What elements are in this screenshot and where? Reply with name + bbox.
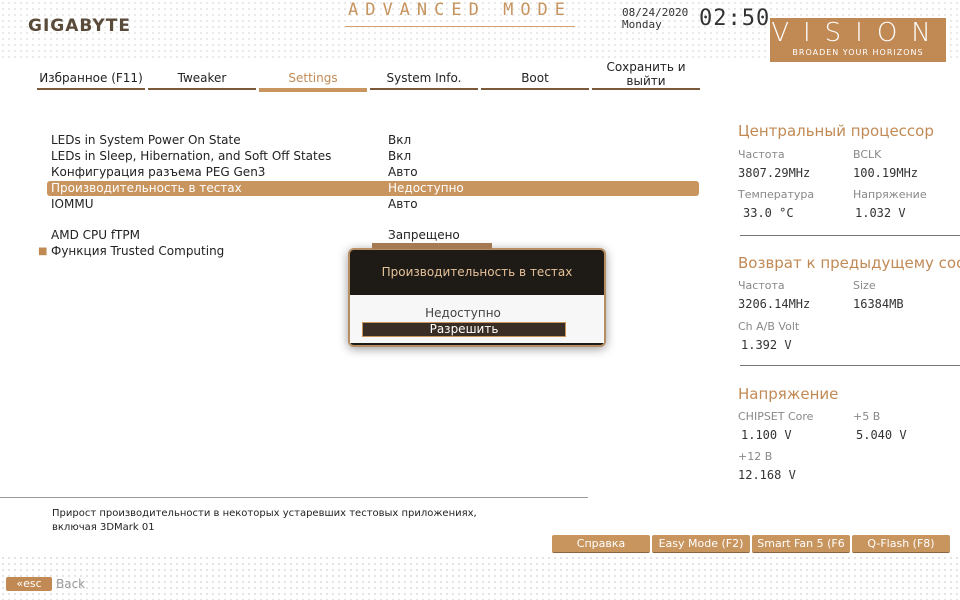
memory-size-value: 16384MB: [853, 297, 904, 311]
chipset-value: 1.100 V: [741, 428, 792, 442]
help-divider: [0, 497, 588, 498]
popup-options: Недоступно Разрешить: [350, 295, 604, 343]
tab-favorites[interactable]: Избранное (F11): [37, 60, 145, 90]
memory-freq-value: 3206.14MHz: [738, 297, 811, 311]
setting-value: Вкл: [388, 133, 412, 147]
qflash-button[interactable]: Q-Flash (F8): [852, 535, 950, 553]
popup-option-disabled[interactable]: Недоступно: [362, 307, 564, 320]
cpu-temp-value: 33.0 °C: [743, 206, 794, 220]
cpu-volt-value: 1.032 V: [855, 206, 906, 220]
easy-mode-button[interactable]: Easy Mode (F2): [652, 535, 750, 553]
setting-row-leds-power-on[interactable]: LEDs in System Power On State Вкл: [47, 133, 699, 148]
setting-row-peg-config[interactable]: Конфигурация разъема PEG Gen3 Авто: [47, 165, 699, 180]
tab-save-exit[interactable]: Сохранить и выйти: [592, 60, 700, 90]
date-display: 08/24/2020 Monday: [622, 7, 688, 31]
setting-row-amd-ftpm[interactable]: AMD CPU fTPM Запрещено: [47, 228, 699, 243]
voltage-section-title: Напряжение: [738, 385, 839, 403]
setting-label: Производительность в тестах: [51, 181, 242, 195]
esc-key-button[interactable]: «esc: [6, 577, 52, 591]
setting-value: Авто: [388, 197, 418, 211]
advanced-mode-title: ADVANCED MODE: [345, 0, 575, 27]
memory-chab-label: Ch A/B Volt: [738, 320, 800, 333]
setting-label: Конфигурация разъема PEG Gen3: [51, 165, 266, 179]
main-tabs: Избранное (F11) Tweaker Settings System …: [37, 60, 702, 92]
smart-fan-button[interactable]: Smart Fan 5 (F6: [752, 535, 850, 553]
option-popup: Производительность в тестах Недоступно Р…: [348, 243, 606, 347]
popup-tab-notch: [372, 243, 492, 249]
setting-label: AMD CPU fTPM: [51, 228, 140, 242]
cpu-volt-label: Напряжение: [853, 188, 927, 201]
setting-label: LEDs in Sleep, Hibernation, and Soft Off…: [51, 149, 332, 163]
plus12-label: +12 В: [738, 450, 773, 463]
section-divider: [740, 365, 960, 366]
help-button[interactable]: Справка: [552, 535, 650, 553]
memory-section-title: Возврат к предыдущему сост: [738, 254, 960, 272]
setting-label: IOMMU: [51, 197, 94, 211]
plus5-label: +5 В: [853, 410, 881, 423]
clock[interactable]: 02:50: [699, 6, 770, 31]
help-text: Прирост производительности в некоторых у…: [52, 507, 477, 535]
gigabyte-logo: GIGABYTE: [28, 16, 131, 36]
cpu-bclk-label: BCLK: [853, 148, 882, 161]
back-label[interactable]: Back: [56, 577, 85, 591]
setting-label: Функция Trusted Computing: [51, 244, 225, 258]
memory-chab-value: 1.392 V: [741, 338, 792, 352]
memory-size-label: Size: [853, 279, 876, 292]
setting-value: Вкл: [388, 149, 412, 163]
cpu-bclk-value: 100.19MHz: [853, 166, 919, 180]
chipset-label: CHIPSET Core: [738, 410, 814, 423]
help-line-2: включая 3DMark 01: [52, 522, 155, 533]
tab-boot[interactable]: Boot: [481, 60, 589, 90]
plus5-value: 5.040 V: [856, 428, 907, 442]
setting-row-leds-sleep[interactable]: LEDs in Sleep, Hibernation, and Soft Off…: [47, 149, 699, 164]
cpu-temp-label: Температура: [738, 188, 815, 201]
setting-row-iommu[interactable]: IOMMU Авто: [47, 197, 699, 212]
cpu-freq-label: Частота: [738, 148, 785, 161]
help-line-1: Прирост производительности в некоторых у…: [52, 508, 477, 519]
tab-tweaker[interactable]: Tweaker: [148, 60, 256, 90]
vision-brand-logo: VISION BROADEN YOUR HORIZONS: [770, 18, 946, 62]
setting-row-benchmark-performance[interactable]: Производительность в тестах Недоступно: [47, 181, 699, 196]
tab-settings[interactable]: Settings: [259, 60, 367, 92]
memory-freq-label: Частота: [738, 279, 785, 292]
esc-label: esc: [23, 577, 42, 590]
brand-name: VISION: [771, 18, 945, 48]
setting-value: Недоступно: [388, 181, 464, 195]
cpu-section-title: Центральный процессор: [738, 122, 934, 140]
setting-value: Авто: [388, 165, 418, 179]
plus12-value: 12.168 V: [738, 468, 796, 482]
brand-tagline: BROADEN YOUR HORIZONS: [792, 48, 924, 57]
footer-dot-pattern: [0, 555, 960, 600]
tab-system-info[interactable]: System Info.: [370, 60, 478, 90]
section-divider: [740, 235, 960, 236]
setting-value: Запрещено: [388, 228, 460, 242]
popup-option-enabled[interactable]: Разрешить: [362, 322, 566, 337]
submenu-bullet-icon: ■: [38, 246, 48, 257]
setting-label: LEDs in System Power On State: [51, 133, 241, 147]
weekday-value: Monday: [622, 18, 662, 31]
popup-title: Производительность в тестах: [381, 265, 573, 279]
cpu-freq-value: 3807.29MHz: [738, 166, 811, 180]
